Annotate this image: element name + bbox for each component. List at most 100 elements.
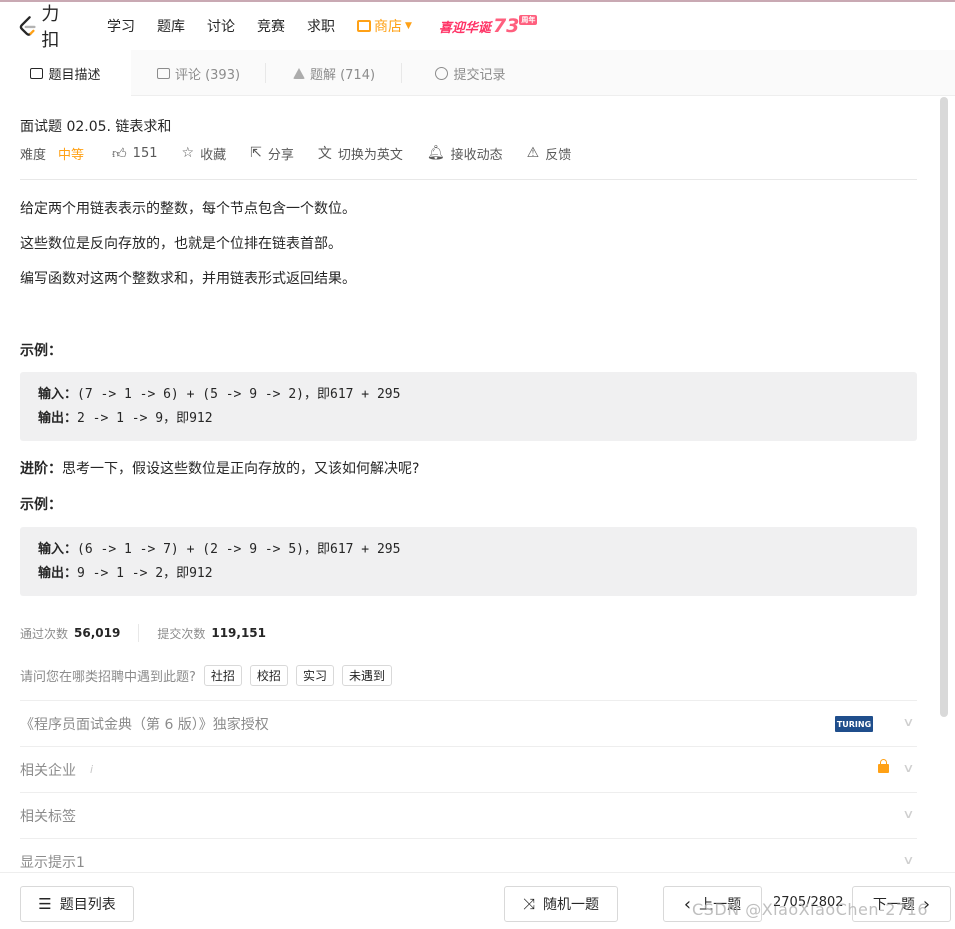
input-label: 输入： xyxy=(38,387,78,402)
tab-description[interactable]: 题目描述 xyxy=(0,50,131,96)
problem-list-label: 题目列表 xyxy=(59,897,116,913)
chevron-down-icon: ∨ xyxy=(902,761,915,775)
example-heading: 示例： xyxy=(20,343,62,359)
accepted-label: 通过次数 xyxy=(20,626,69,641)
stats-divider xyxy=(138,624,140,642)
survey-option-social[interactable]: 社招 xyxy=(203,665,242,686)
promo-text: 喜迎华诞 xyxy=(438,20,491,36)
submissions-count: 119,151 xyxy=(211,626,266,640)
survey-option-campus[interactable]: 校招 xyxy=(249,665,288,686)
example-2-output-line: 输出：9 -> 1 -> 2，即912 xyxy=(38,562,899,586)
random-problem-label: 随机一题 xyxy=(543,897,599,913)
tab-solutions[interactable]: 题解 (714) xyxy=(266,50,402,96)
leetcode-logo-icon xyxy=(19,16,36,36)
related-companies-row[interactable]: 相关企业 i ∨ xyxy=(20,746,917,792)
like-count: 151 xyxy=(132,145,158,161)
promo-badge: 周年 xyxy=(519,15,538,25)
lock-icon xyxy=(878,759,889,773)
output-label: 输出： xyxy=(38,566,78,581)
accepted-count: 56,019 xyxy=(74,626,121,640)
example-2-heading: 示例： xyxy=(20,497,62,513)
nav-store[interactable]: 商店 ▼ xyxy=(346,16,423,36)
share-label: 分享 xyxy=(267,147,294,163)
chevron-down-icon: ∨ xyxy=(902,853,915,867)
list-icon: ☰ xyxy=(38,895,52,913)
feedback-button[interactable]: ⚠︎ 反馈 xyxy=(527,144,572,163)
problem-title: 面试题 02.05. 链表求和 xyxy=(20,119,172,135)
output-label: 输出： xyxy=(38,411,78,426)
problem-tabs: 题目描述 评论 (393) 题解 (714) 提交记录 xyxy=(0,50,955,96)
survey-option-intern[interactable]: 实习 xyxy=(295,665,334,686)
problem-meta: 难度 中等 👍︎ 151 ☆ 收藏 ⇱ 分享 文 切换为英文 🔔︎ 接收动态 ⚠… xyxy=(20,143,572,163)
tab-submissions-label: 提交记录 xyxy=(453,67,506,83)
nav-jobs[interactable]: 求职 xyxy=(296,16,346,36)
chevron-left-icon: ‹ xyxy=(683,893,692,915)
problem-list-button[interactable]: ☰ 题目列表 xyxy=(20,886,134,922)
description-line-1: 给定两个用链表表示的整数，每个节点包含一个数位。 xyxy=(20,201,356,217)
difficulty-label: 难度 xyxy=(20,147,47,163)
nav-problems[interactable]: 题库 xyxy=(146,16,196,36)
switch-language-button[interactable]: 文 切换为英文 xyxy=(318,143,403,163)
copyright-text: 《程序员面试金典（第 6 版）》独家授权 xyxy=(20,716,269,733)
shuffle-icon: ⤨ xyxy=(522,895,535,913)
star-icon: ☆ xyxy=(181,145,195,161)
nav-store-label: 商店 xyxy=(374,19,402,35)
related-companies-label: 相关企业 xyxy=(20,762,76,779)
example-1-input: (7 -> 1 -> 6) + (5 -> 9 -> 2)，即617 + 295 xyxy=(77,387,401,402)
advanced-text: 思考一下，假设这些数位是正向存放的，又该如何解决呢? xyxy=(62,461,420,477)
chevron-down-icon: ∨ xyxy=(902,807,915,821)
chevron-down-icon: ∨ xyxy=(902,715,915,729)
favorite-label: 收藏 xyxy=(200,147,227,163)
subscribe-button[interactable]: 🔔︎ 接收动态 xyxy=(427,144,503,163)
favorite-button[interactable]: ☆ 收藏 xyxy=(182,144,227,163)
store-icon xyxy=(357,20,371,32)
bell-icon: 🔔︎ xyxy=(426,145,445,161)
feedback-icon: ⚠︎ xyxy=(526,145,540,161)
advanced-note: 进阶：思考一下，假设这些数位是正向存放的，又该如何解决呢? xyxy=(20,458,419,478)
flask-icon xyxy=(292,67,305,79)
subscribe-label: 接收动态 xyxy=(450,147,503,163)
like-button[interactable]: 👍︎ 151 xyxy=(112,145,157,162)
content-scrollbar[interactable] xyxy=(940,97,948,717)
show-hint-label: 显示提示1 xyxy=(20,854,85,871)
share-icon: ⇱ xyxy=(250,145,262,161)
survey-question: 请问您在哪类招聘中遇到此题? xyxy=(20,670,196,685)
survey-option-none[interactable]: 未遇到 xyxy=(341,665,392,686)
example-1-input-line: 输入：(7 -> 1 -> 6) + (5 -> 9 -> 2)，即617 + … xyxy=(38,383,899,407)
nav-contest[interactable]: 竞赛 xyxy=(246,16,296,36)
tab-description-label: 题目描述 xyxy=(48,67,101,83)
comment-icon xyxy=(156,67,170,79)
interview-survey: 请问您在哪类招聘中遇到此题? 社招 校招 实习 未遇到 xyxy=(20,665,392,686)
example-2-code: 输入：(6 -> 1 -> 7) + (2 -> 9 -> 5)，即617 + … xyxy=(20,527,917,596)
input-label: 输入： xyxy=(38,542,78,557)
feedback-label: 反馈 xyxy=(545,147,572,163)
info-icon: i xyxy=(90,763,94,776)
switch-language-label: 切换为英文 xyxy=(337,147,403,163)
caret-down-icon: ▼ xyxy=(405,21,412,31)
related-tags-row[interactable]: 相关标签 ∨ xyxy=(20,792,917,838)
tab-solutions-label: 题解 (714) xyxy=(309,67,376,83)
turing-logo: TURING xyxy=(835,716,873,732)
example-2-output: 9 -> 1 -> 2，即912 xyxy=(77,566,213,581)
submissions-label: 提交次数 xyxy=(157,626,206,641)
tab-comments[interactable]: 评论 (393) xyxy=(131,50,266,96)
description-line-3: 编写函数对这两个整数求和，并用链表形式返回结果。 xyxy=(20,271,356,287)
random-problem-button[interactable]: ⤨ 随机一题 xyxy=(504,886,618,922)
difficulty-value: 中等 xyxy=(58,147,85,163)
advanced-label: 进阶： xyxy=(20,461,62,477)
nav-discuss[interactable]: 讨论 xyxy=(196,16,246,36)
promo-banner[interactable]: 喜迎华诞 73 周年 xyxy=(438,15,538,37)
top-nav: 力扣 学习 题库 讨论 竞赛 求职 商店 ▼ 喜迎华诞 73 周年 xyxy=(0,0,955,52)
tab-comments-label: 评论 (393) xyxy=(174,67,241,83)
example-1-code: 输入：(7 -> 1 -> 6) + (5 -> 9 -> 2)，即617 + … xyxy=(20,372,917,441)
share-button[interactable]: ⇱ 分享 xyxy=(250,144,294,163)
clock-icon xyxy=(435,66,449,80)
example-2-input: (6 -> 1 -> 7) + (2 -> 9 -> 5)，即617 + 295 xyxy=(77,542,401,557)
csdn-watermark: CSDN @XiaoXiaoChen-2716 xyxy=(692,900,928,919)
copyright-row[interactable]: 《程序员面试金典（第 6 版）》独家授权 TURING ∨ xyxy=(20,700,917,746)
leetcode-logo[interactable]: 力扣 xyxy=(18,0,78,52)
meta-divider xyxy=(20,179,917,180)
nav-learn[interactable]: 学习 xyxy=(96,16,146,36)
example-1-output: 2 -> 1 -> 9，即912 xyxy=(77,411,213,426)
tab-submissions[interactable]: 提交记录 xyxy=(402,50,539,96)
